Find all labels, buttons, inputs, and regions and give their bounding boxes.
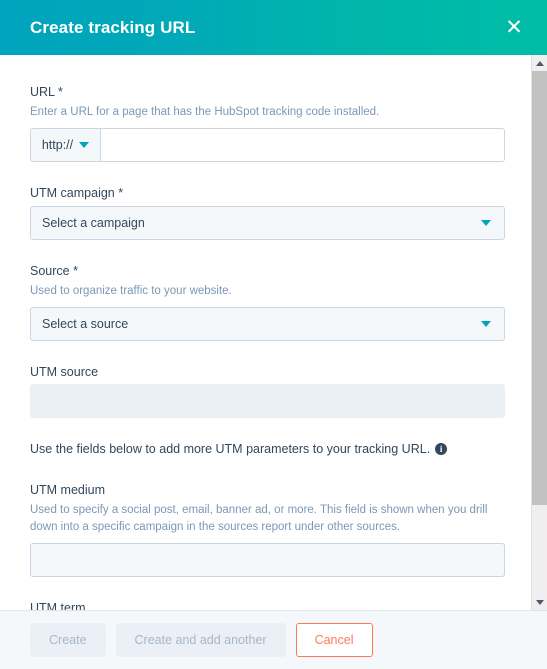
field-utm-medium: UTM medium Used to specify a social post… [30,481,505,578]
utm-campaign-value: Select a campaign [42,215,145,230]
close-icon[interactable]: ✕ [499,13,529,43]
utm-source-label: UTM source [30,364,99,379]
source-label: Source * [30,263,78,278]
utm-parameters-note: Use the fields below to add more UTM par… [30,440,501,459]
dialog-footer: Create Create and add another Cancel [0,610,547,669]
scroll-down-arrow-icon[interactable] [532,594,547,610]
url-protocol-value: http:// [41,138,74,153]
url-help-text: Enter a URL for a page that has the HubS… [30,106,380,119]
triangle-up-icon [535,60,544,66]
dialog-title: Create tracking URL [30,17,196,37]
utm-parameters-note-text: Use the fields below to add more UTM par… [30,442,431,456]
create-and-add-another-button[interactable]: Create and add another [115,623,286,657]
utm-campaign-select[interactable]: Select a campaign [30,205,505,240]
chevron-down-icon [79,142,90,149]
info-icon[interactable]: i [435,443,448,456]
chevron-down-icon [481,320,491,327]
utm-medium-input[interactable] [30,543,505,578]
url-label: URL * [30,85,63,99]
field-source: Source * Used to organize traffic to you… [30,262,505,341]
scrollbar-track[interactable] [532,71,547,594]
scroll-up-arrow-icon[interactable] [532,55,547,71]
utm-campaign-label: UTM campaign * [30,186,124,201]
create-button[interactable]: Create [30,623,106,657]
field-utm-campaign: UTM campaign * Select a campaign [30,184,505,240]
url-input[interactable] [100,128,505,163]
dialog-body: URL * Enter a URL for a page that has th… [0,55,547,610]
chevron-down-icon [481,219,491,226]
utm-term-label: UTM term [30,601,86,610]
utm-medium-help-text: Used to specify a social post, email, ba… [30,503,488,534]
utm-source-input [30,384,505,418]
url-input-row: http:// [30,128,505,163]
field-utm-source: UTM source [30,363,505,418]
field-url: URL * Enter a URL for a page that has th… [30,83,505,163]
create-tracking-url-dialog: Create tracking URL ✕ URL * Enter a URL … [0,0,547,669]
form-scroll-area: URL * Enter a URL for a page that has th… [0,55,531,610]
url-protocol-dropdown[interactable]: http:// [30,128,100,163]
source-help-text: Used to organize traffic to your website… [30,284,232,297]
dialog-header: Create tracking URL ✕ [0,0,547,55]
source-value: Select a source [42,316,129,331]
vertical-scrollbar[interactable] [531,55,547,610]
field-utm-term: UTM term Use in systems like AdWords and… [30,599,501,610]
source-select[interactable]: Select a source [30,306,505,341]
scrollbar-thumb[interactable] [532,71,547,505]
utm-medium-label: UTM medium [30,482,106,497]
triangle-down-icon [535,599,544,605]
cancel-button[interactable]: Cancel [295,623,373,657]
